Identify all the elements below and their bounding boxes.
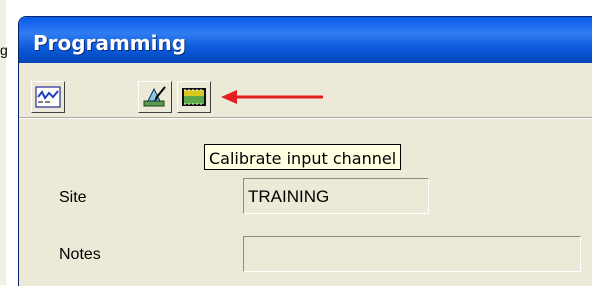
notes-field[interactable] — [243, 236, 581, 272]
site-label: Site — [59, 189, 87, 206]
annotation-arrow — [221, 90, 323, 104]
window-title: Programming — [33, 31, 187, 55]
toolbar — [19, 63, 592, 117]
tooltip: Calibrate input channel — [204, 144, 402, 170]
toolbar-divider — [19, 117, 592, 119]
calibrate-input-channel-button[interactable] — [177, 81, 211, 113]
programming-window: Programming Site TRAINING Notes Calibrat… — [18, 16, 592, 286]
waveform-chart-icon — [35, 86, 61, 108]
notes-label: Notes — [59, 246, 101, 263]
annotation-arrow-head — [221, 90, 237, 104]
title-bar[interactable]: Programming — [19, 17, 592, 63]
pencil-chart-icon — [143, 86, 166, 107]
edit-chart-button[interactable] — [138, 81, 172, 113]
background-window-title-fragment: g — [0, 42, 8, 58]
site-field[interactable]: TRAINING — [243, 178, 429, 214]
calibrate-icon — [182, 88, 206, 106]
view-trend-button[interactable] — [31, 81, 65, 113]
